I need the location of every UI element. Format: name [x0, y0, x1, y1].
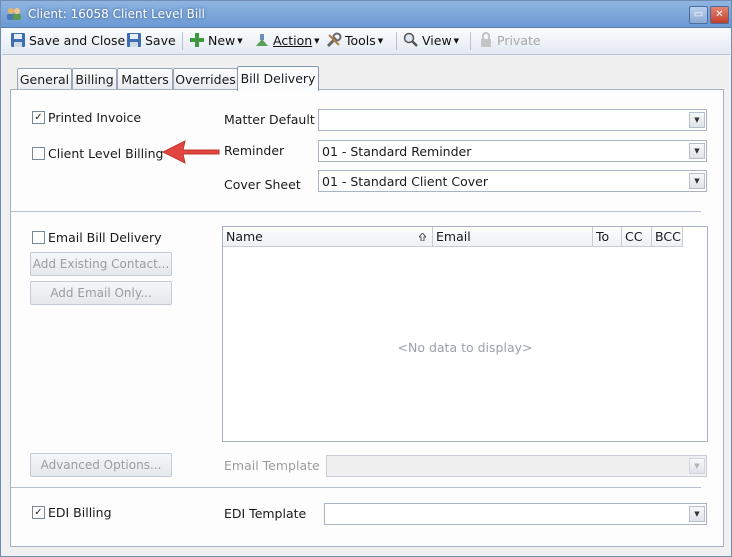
client-level-billing-label: Client Level Billing — [48, 146, 164, 161]
column-header-bcc[interactable]: BCC — [652, 227, 683, 247]
new-menu-button[interactable]: New ▼ — [189, 31, 243, 51]
column-header-to[interactable]: To — [593, 227, 622, 247]
minimize-button[interactable]: ▭ — [689, 6, 708, 24]
client-level-billing-checkbox[interactable] — [32, 147, 45, 160]
chevron-down-icon[interactable]: ▼ — [689, 173, 705, 189]
reminder-label: Reminder — [224, 143, 285, 158]
client-window: Client: 16058 Client Level Bill ▭ ✕ Save… — [0, 0, 732, 557]
lock-icon — [481, 32, 491, 47]
save-icon — [127, 33, 141, 47]
email-recipients-grid[interactable]: Name Email To CC BCC <No data to display… — [222, 226, 708, 442]
plus-icon — [190, 33, 204, 47]
action-icon — [256, 34, 268, 46]
view-label: View — [422, 33, 452, 48]
magnifier-icon — [403, 32, 418, 47]
people-icon — [7, 8, 21, 20]
add-existing-contact-button[interactable]: Add Existing Contact... — [30, 252, 172, 276]
column-header-label: Name — [226, 229, 263, 244]
tab-bill-delivery[interactable]: Bill Delivery — [237, 66, 319, 91]
edi-template-select[interactable]: ▼ — [324, 503, 707, 525]
section-divider — [11, 487, 701, 488]
toolbar-separator — [182, 32, 183, 50]
save-label: Save — [145, 33, 176, 48]
tab-overrides[interactable]: Overrides — [173, 68, 238, 90]
tab-matters[interactable]: Matters — [117, 68, 173, 90]
save-close-icon — [11, 33, 25, 47]
chevron-down-icon: ▼ — [453, 37, 460, 45]
email-template-select[interactable]: ▼ — [326, 455, 707, 477]
tab-general[interactable]: General — [17, 68, 72, 90]
reminder-value: 01 - Standard Reminder — [322, 144, 472, 159]
red-arrow-icon — [161, 140, 220, 164]
reminder-select[interactable]: 01 - Standard Reminder ▼ — [318, 140, 707, 162]
tools-menu-button[interactable]: Tools ▼ — [326, 31, 383, 51]
section-divider — [11, 211, 701, 212]
edi-billing-label: EDI Billing — [48, 505, 112, 520]
tools-icon — [326, 32, 342, 48]
private-button[interactable]: Private — [478, 31, 541, 51]
cover-sheet-select[interactable]: 01 - Standard Client Cover ▼ — [318, 170, 707, 192]
email-template-label: Email Template — [224, 458, 320, 473]
toolbar-separator — [470, 32, 471, 50]
close-button[interactable]: ✕ — [710, 6, 729, 24]
toolbar: Save and Close Save New ▼ Action ▼ Tools ▼ — [2, 28, 730, 55]
printed-invoice-label: Printed Invoice — [48, 110, 142, 125]
view-menu-button[interactable]: View ▼ — [403, 31, 459, 51]
email-bill-delivery-checkbox[interactable] — [32, 231, 45, 244]
title-bar[interactable]: Client: 16058 Client Level Bill ▭ ✕ — [1, 1, 731, 28]
edi-template-label: EDI Template — [224, 506, 307, 521]
private-label: Private — [497, 33, 541, 48]
cover-sheet-label: Cover Sheet — [224, 177, 301, 192]
chevron-down-icon[interactable]: ▼ — [689, 143, 705, 159]
save-and-close-label: Save and Close — [29, 33, 126, 48]
tab-billing[interactable]: Billing — [72, 68, 117, 90]
column-header-name[interactable]: Name — [223, 227, 433, 247]
chevron-down-icon: ▼ — [314, 37, 320, 45]
matter-default-label: Matter Default — [224, 112, 315, 127]
chevron-down-icon: ▼ — [237, 37, 243, 45]
add-email-only-button[interactable]: Add Email Only... — [30, 281, 172, 305]
save-and-close-button[interactable]: Save and Close — [10, 31, 125, 51]
grid-empty-message: <No data to display> — [397, 340, 533, 355]
advanced-options-button[interactable]: Advanced Options... — [30, 453, 172, 477]
edi-billing-checkbox[interactable]: ✓ — [32, 506, 45, 519]
new-label: New — [208, 33, 236, 48]
matter-default-select[interactable]: ▼ — [318, 109, 707, 131]
column-header-email[interactable]: Email — [433, 227, 593, 247]
save-button[interactable]: Save — [126, 31, 176, 51]
chevron-down-icon[interactable]: ▼ — [689, 458, 705, 474]
email-bill-delivery-label: Email Bill Delivery — [48, 230, 162, 245]
chevron-down-icon[interactable]: ▼ — [689, 506, 705, 522]
column-header-cc[interactable]: CC — [622, 227, 652, 247]
tools-label: Tools — [345, 33, 376, 48]
toolbar-separator — [396, 32, 397, 50]
chevron-down-icon[interactable]: ▼ — [689, 112, 705, 128]
sort-ascending-icon — [419, 233, 426, 241]
cover-sheet-value: 01 - Standard Client Cover — [322, 174, 488, 189]
action-menu-button[interactable]: Action ▼ — [254, 31, 320, 51]
chevron-down-icon: ▼ — [377, 37, 384, 45]
window-title: Client: 16058 Client Level Bill — [28, 7, 205, 21]
action-label: Action — [273, 33, 313, 48]
printed-invoice-checkbox[interactable]: ✓ — [32, 111, 45, 124]
